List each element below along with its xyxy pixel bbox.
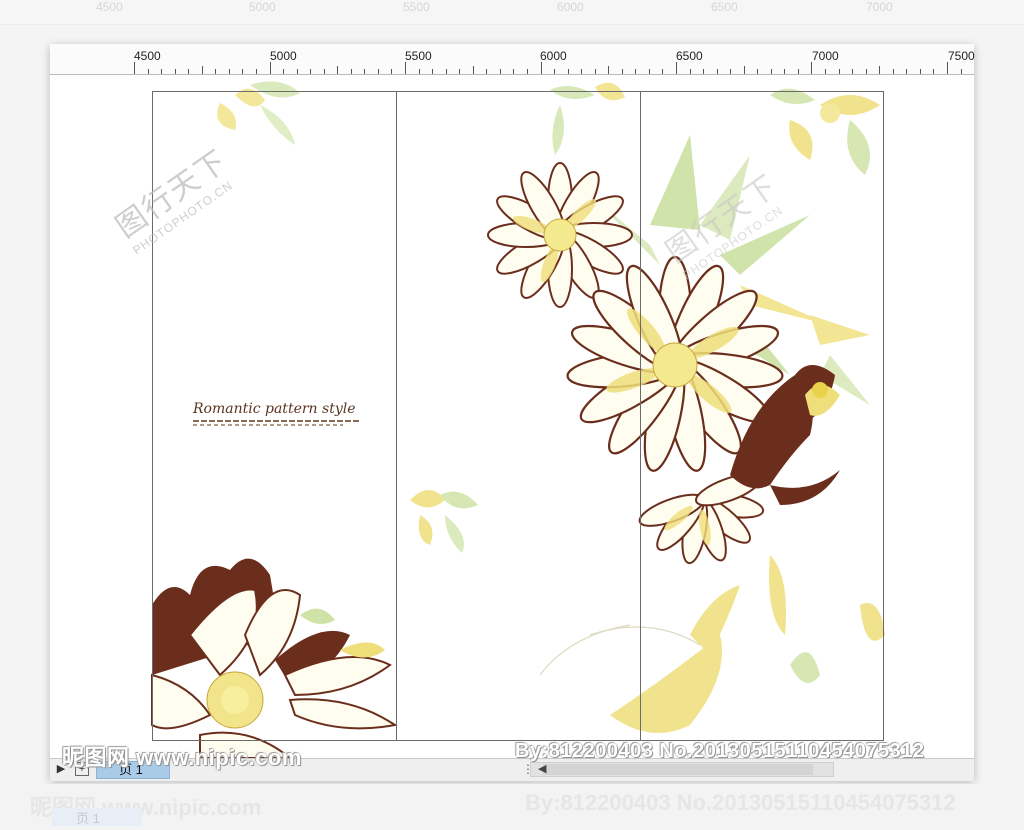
ruler-tick (364, 69, 365, 74)
image-id-watermark: By:812200403 No.20130515110454075312 (515, 740, 925, 762)
ruler-tick (771, 69, 772, 74)
ruler-tick (297, 69, 298, 74)
ruler-tick (568, 69, 569, 74)
ruler-tick (405, 62, 406, 74)
ruler-tick (811, 62, 812, 74)
ruler-tick (310, 69, 311, 74)
reflection-text: By:812200403 No.20130515110454075312 (525, 790, 956, 815)
ruler-tick (784, 69, 785, 74)
ruler-tick (337, 66, 338, 74)
ruler-tick (283, 69, 284, 74)
tagline-decor-line (193, 424, 343, 426)
panel-divider-left (396, 91, 397, 741)
ruler-label: 6500 (676, 49, 703, 63)
ruler-tick (798, 69, 799, 74)
ruler-tick (852, 69, 853, 74)
ruler-tick (839, 69, 840, 74)
ruler-tick (527, 69, 528, 74)
ruler-label: 7500 (948, 49, 975, 63)
ruler-label: 5500 (405, 49, 432, 63)
ruler-tick (554, 69, 555, 74)
ruler-tick (161, 69, 162, 74)
ruler-label: 5000 (270, 49, 297, 63)
ruler-tick (256, 69, 257, 74)
ruler-tick (351, 69, 352, 74)
tagline-block: Romantic pattern style (193, 401, 363, 426)
horizontal-scrollbar[interactable] (530, 762, 834, 777)
ruler-tick (242, 69, 243, 74)
ruler-tick (500, 69, 501, 74)
ruler-tick (662, 69, 663, 74)
ruler-tick (825, 69, 826, 74)
ruler-tick (933, 69, 934, 74)
bg-ruler-label: 6000 (557, 0, 584, 14)
ruler-tick (893, 69, 894, 74)
ruler-tick (717, 69, 718, 74)
tagline-text: Romantic pattern style (193, 401, 356, 417)
ruler-tick (419, 69, 420, 74)
bg-ruler-label: 7000 (866, 0, 893, 14)
bg-ruler-label: 5500 (403, 0, 430, 14)
ruler-tick (906, 69, 907, 74)
ruler-label: 4500 (134, 49, 161, 63)
ruler-label: 7000 (812, 49, 839, 63)
ruler-tick (703, 69, 704, 74)
ruler-tick (947, 62, 948, 74)
horizontal-ruler[interactable]: 4500 5000 5500 6000 6500 7000 7500 (50, 44, 975, 75)
ruler-tick (134, 62, 135, 74)
ruler-tick (229, 69, 230, 74)
ruler-tick (595, 69, 596, 74)
ruler-tick (473, 66, 474, 74)
nipic-watermark: 昵图网 www.nipic.com (62, 745, 302, 770)
ruler-tick (391, 69, 392, 74)
ruler-tick (324, 69, 325, 74)
panel-divider-right (640, 91, 641, 741)
ruler-tick (202, 66, 203, 74)
ruler-label: 6000 (540, 49, 567, 63)
ruler-tick (486, 69, 487, 74)
ruler-tick (690, 69, 691, 74)
ruler-tick (148, 69, 149, 74)
document-window: 4500 5000 5500 6000 6500 7000 7500 图行天下 … (50, 44, 975, 781)
ruler-tick (581, 69, 582, 74)
ruler-tick (649, 69, 650, 74)
ruler-tick (446, 69, 447, 74)
ruler-tick (175, 69, 176, 74)
bg-ruler-label: 4500 (96, 0, 123, 14)
ruler-tick (188, 69, 189, 74)
scroll-left-arrow-icon[interactable]: ◀ (538, 762, 546, 775)
ruler-tick (879, 66, 880, 74)
ruler-tick (215, 69, 216, 74)
ruler-tick (757, 69, 758, 74)
drawing-canvas[interactable]: 图行天下 PHOTOPHOTO.CN 图行天下 PHOTOPHOTO.CN Ro… (50, 75, 974, 758)
ruler-tick (622, 69, 623, 74)
ruler-tick (270, 62, 271, 74)
window-reflection: 昵图网 www.nipic.com By:812200403 No.201305… (0, 784, 1024, 830)
ruler-tick (378, 69, 379, 74)
bg-ruler-label: 6500 (711, 0, 738, 14)
ruler-tick (961, 69, 962, 74)
ruler-tick (635, 69, 636, 74)
ruler-tick (513, 69, 514, 74)
ruler-tick (432, 69, 433, 74)
ruler-tick (459, 69, 460, 74)
ruler-tick (866, 69, 867, 74)
reflection-page-tab: 页 1 (52, 808, 142, 826)
background-ruler: 4500 5000 5500 6000 6500 7000 (0, 0, 1024, 25)
ruler-tick (920, 69, 921, 74)
ruler-tick (541, 62, 542, 74)
ruler-tick (676, 62, 677, 74)
tagline-decor-line (193, 420, 361, 422)
ruler-tick (608, 66, 609, 74)
ruler-tick (744, 66, 745, 74)
bg-ruler-label: 5000 (249, 0, 276, 14)
ruler-tick (730, 69, 731, 74)
scrollbar-thumb[interactable] (543, 764, 813, 775)
